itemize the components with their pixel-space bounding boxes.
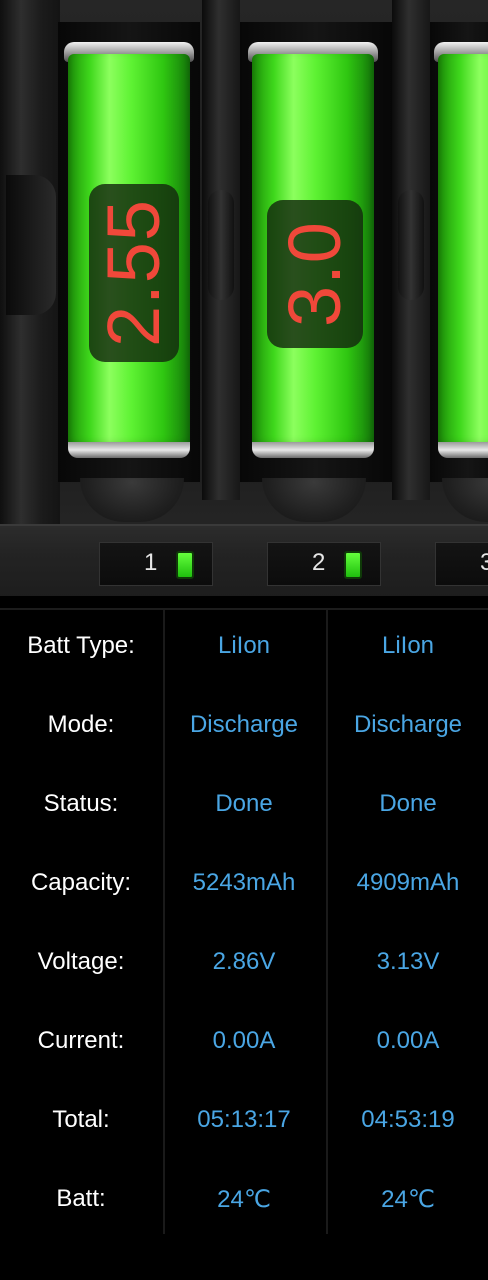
slot1-capacity: 5243mAh: [192, 869, 296, 896]
battery-slot-3[interactable]: [434, 42, 488, 460]
battery-negative-cap: [68, 442, 190, 458]
battery-voltage-display: 3.0: [267, 200, 363, 348]
row-label-mode: Mode:: [47, 711, 115, 738]
battery-cup: [442, 478, 488, 522]
slot-number: 2: [312, 549, 326, 576]
battery-slot-1[interactable]: 2.55: [64, 42, 194, 460]
slot2-current: 0.00A: [376, 1027, 440, 1054]
slot1-status: Done: [215, 790, 273, 817]
charger-view: 2.55 3.0 1 2 3: [0, 0, 488, 596]
slot2-batt-temp: 24℃: [381, 1185, 435, 1213]
slot-divider: [392, 0, 430, 500]
slot-divider: [202, 0, 240, 500]
charger-left-rail: [0, 0, 60, 596]
charge-led-icon: [176, 551, 194, 579]
battery-voltage-text: 2.55: [92, 198, 175, 348]
column-divider: [326, 610, 328, 1234]
battery-body: [438, 54, 488, 452]
column-divider: [163, 610, 165, 1234]
slot-indicator-2[interactable]: 2: [267, 542, 381, 586]
battery-negative-cap: [252, 442, 374, 458]
slot2-capacity: 4909mAh: [356, 869, 460, 896]
row-label-batt-temp: Batt:: [56, 1185, 106, 1212]
row-label-batt-type: Batt Type:: [27, 632, 135, 659]
slot-indicator-1[interactable]: 1: [99, 542, 213, 586]
slot1-current: 0.00A: [212, 1027, 276, 1054]
table-divider: [0, 608, 488, 610]
slot1-voltage: 2.86V: [212, 948, 276, 975]
battery-voltage-text: 3.0: [273, 221, 356, 327]
slot1-total-time: 05:13:17: [197, 1106, 291, 1133]
slot1-batt-temp: 24℃: [217, 1185, 271, 1213]
row-label-voltage: Voltage:: [37, 948, 125, 975]
slot-number: 3: [480, 549, 488, 576]
slot2-batt-type: LiIon: [381, 632, 435, 659]
battery-slot-2[interactable]: 3.0: [248, 42, 378, 460]
battery-cup: [262, 478, 366, 522]
charger-front-panel: [0, 524, 488, 596]
slot-number: 1: [144, 549, 158, 576]
slot1-mode: Discharge: [189, 711, 299, 738]
slot1-batt-type: LiIon: [217, 632, 271, 659]
slot2-status: Done: [379, 790, 437, 817]
slot2-mode: Discharge: [353, 711, 463, 738]
row-label-capacity: Capacity:: [30, 869, 132, 896]
battery-info-table: Batt Type: LiIon LiIon Mode: Discharge D…: [0, 596, 488, 1280]
row-label-status: Status:: [43, 790, 119, 817]
battery-voltage-display: 2.55: [89, 184, 179, 362]
row-label-total: Total:: [52, 1106, 110, 1133]
slot2-total-time: 04:53:19: [361, 1106, 455, 1133]
slot2-voltage: 3.13V: [376, 948, 440, 975]
row-label-current: Current:: [37, 1027, 125, 1054]
battery-cup: [80, 478, 184, 522]
charge-led-icon: [344, 551, 362, 579]
slot-indicator-3[interactable]: 3: [435, 542, 488, 586]
battery-negative-cap: [438, 442, 488, 458]
